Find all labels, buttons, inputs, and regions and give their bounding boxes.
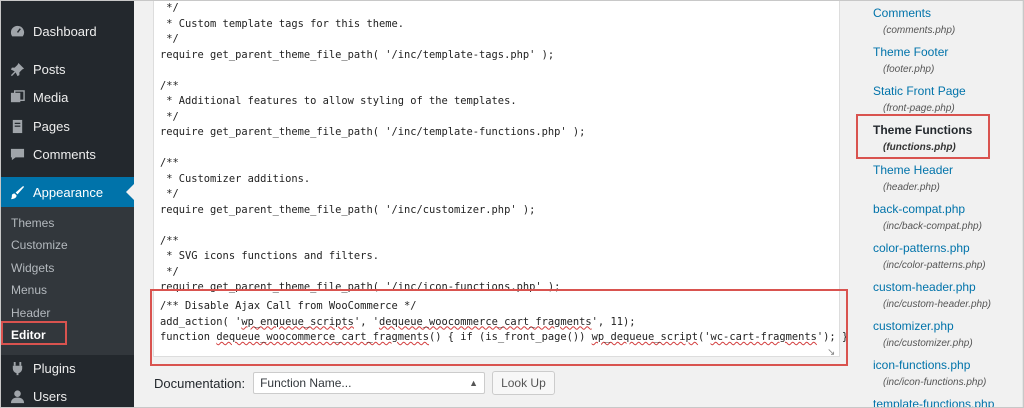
file-title: icon-functions.php	[873, 358, 971, 372]
file-item-back-compat[interactable]: back-compat.php (inc/back-compat.php)	[873, 202, 982, 233]
files-scrollbar[interactable]	[1022, 1, 1023, 407]
documentation-label: Documentation:	[154, 375, 246, 391]
user-icon	[9, 388, 25, 404]
pages-icon	[9, 118, 25, 134]
file-item-theme-header[interactable]: Theme Header (header.php)	[873, 163, 953, 194]
look-up-button[interactable]: Look Up	[492, 371, 555, 395]
menu-item-dashboard[interactable]: Dashboard	[1, 16, 134, 46]
file-title: back-compat.php	[873, 202, 966, 216]
file-title: template-functions.php	[873, 397, 995, 408]
code-highlight-box	[150, 289, 848, 366]
file-title: Static Front Page	[873, 84, 966, 98]
file-item-color-patterns[interactable]: color-patterns.php (inc/color-patterns.p…	[873, 241, 986, 272]
function-name-select[interactable]: Function Name... ▲	[253, 372, 486, 394]
menu-item-users[interactable]: Users	[1, 381, 134, 407]
menu-item-media[interactable]: Media	[1, 82, 134, 112]
submenu-item-menus[interactable]: Menus	[11, 283, 47, 297]
submenu-item-themes[interactable]: Themes	[11, 216, 54, 230]
theme-functions-highlight-box	[856, 114, 990, 159]
menu-item-appearance[interactable]: Appearance	[1, 177, 134, 207]
file-title: Theme Footer	[873, 45, 949, 59]
documentation-row: Documentation: Function Name... ▲ Look U…	[154, 371, 555, 395]
file-path: (inc/icon-functions.php)	[883, 377, 987, 388]
file-title: Theme Header	[873, 163, 954, 177]
plugin-icon	[9, 360, 25, 376]
file-path: (inc/back-compat.php)	[883, 221, 982, 232]
code-text: */ * Custom template tags for this theme…	[160, 2, 586, 293]
paintbrush-icon	[9, 184, 25, 200]
menu-label: Pages	[33, 118, 70, 134]
file-title: custom-header.php	[873, 280, 976, 294]
select-value: Function Name...	[260, 376, 352, 390]
theme-files-list: Comments (comments.php) Theme Footer (fo…	[859, 1, 1023, 407]
menu-label: Appearance	[33, 184, 104, 200]
file-item-customizer[interactable]: customizer.php (inc/customizer.php)	[873, 319, 973, 350]
menu-label: Media	[33, 89, 69, 105]
file-title: Comments	[873, 6, 932, 20]
resize-handle-icon[interactable]: ↘	[827, 347, 837, 358]
menu-item-pages[interactable]: Pages	[1, 111, 134, 141]
theme-editor-screen: Dashboard Posts Media Pages Comments App…	[0, 0, 1024, 408]
file-path: (header.php)	[883, 182, 940, 193]
pushpin-icon	[9, 61, 25, 77]
comments-icon	[9, 146, 25, 162]
menu-label: Users	[33, 388, 67, 404]
menu-item-plugins[interactable]: Plugins	[1, 353, 134, 383]
menu-item-comments[interactable]: Comments	[1, 139, 134, 169]
admin-sidebar: Dashboard Posts Media Pages Comments App…	[1, 1, 134, 407]
submenu-item-widgets[interactable]: Widgets	[11, 261, 54, 275]
select-arrows-icon: ▲	[469, 378, 479, 388]
file-path: (inc/color-patterns.php)	[883, 260, 986, 271]
dashboard-icon	[9, 23, 25, 39]
file-path: (comments.php)	[883, 25, 956, 36]
file-item-static-front-page[interactable]: Static Front Page (front-page.php)	[873, 84, 966, 115]
file-title: color-patterns.php	[873, 241, 970, 255]
editor-highlight-box	[1, 321, 67, 345]
submenu-item-customize[interactable]: Customize	[11, 238, 68, 252]
file-path: (inc/custom-header.php)	[883, 299, 992, 310]
menu-label: Dashboard	[33, 23, 97, 39]
file-item-icon-functions[interactable]: icon-functions.php (inc/icon-functions.p…	[873, 358, 986, 389]
file-path: (footer.php)	[883, 64, 935, 75]
file-item-theme-footer[interactable]: Theme Footer (footer.php)	[873, 45, 948, 76]
submenu-item-header[interactable]: Header	[11, 306, 50, 320]
media-icon	[9, 89, 25, 105]
file-item-template-functions[interactable]: template-functions.php	[873, 397, 995, 408]
menu-item-posts[interactable]: Posts	[1, 54, 134, 84]
menu-label: Posts	[33, 61, 66, 77]
file-path: (inc/customizer.php)	[883, 338, 973, 349]
file-item-comments[interactable]: Comments (comments.php)	[873, 6, 955, 37]
file-title: customizer.php	[873, 319, 954, 333]
menu-label: Plugins	[33, 360, 76, 376]
menu-label: Comments	[33, 146, 96, 162]
file-item-custom-header[interactable]: custom-header.php (inc/custom-header.php…	[873, 280, 991, 311]
